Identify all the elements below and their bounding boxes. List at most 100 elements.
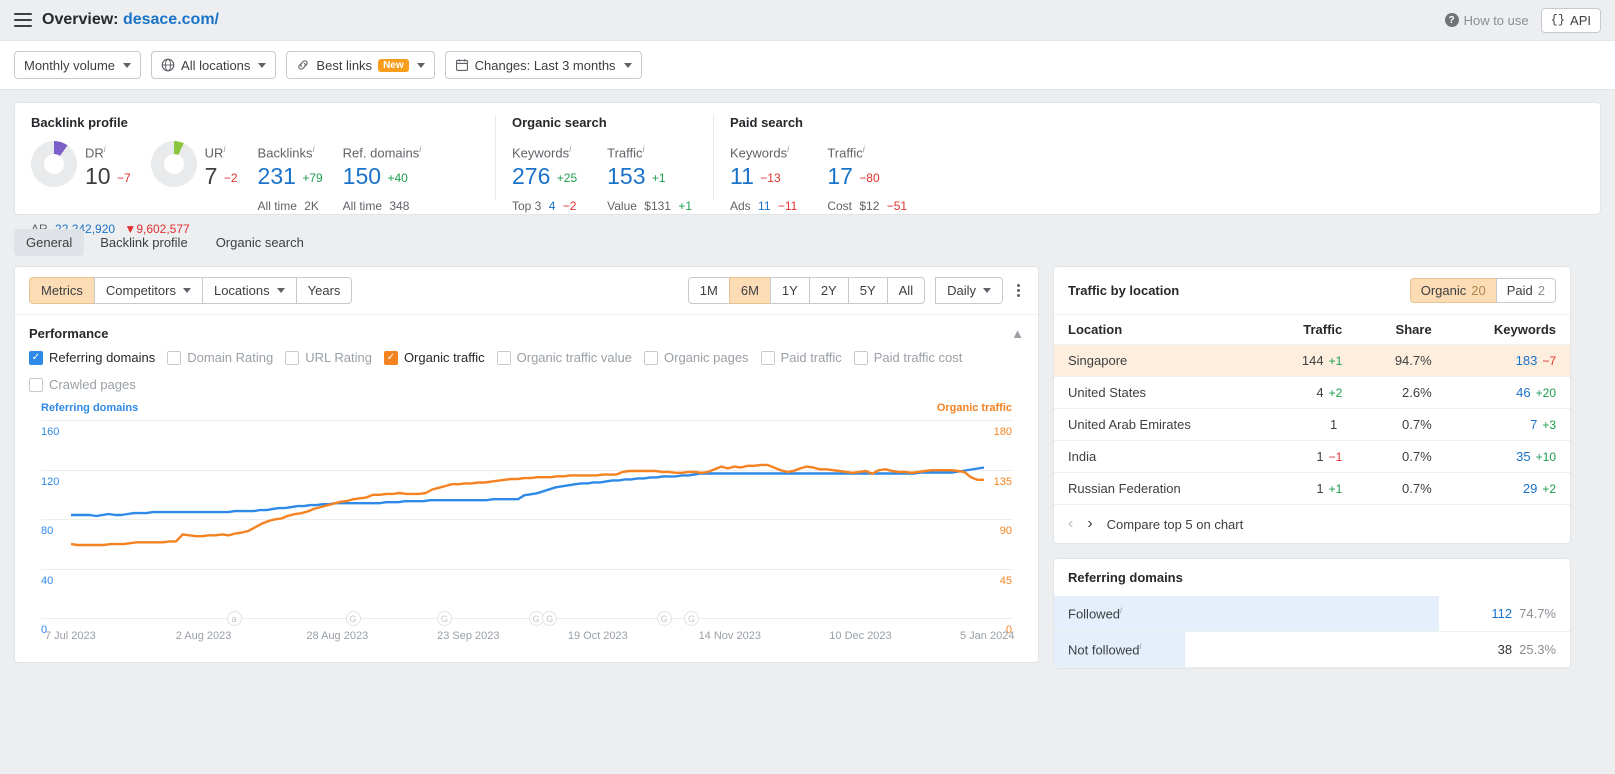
event-marker-G[interactable]: G	[437, 611, 452, 626]
metric-delta: −7	[117, 171, 131, 185]
event-marker-G[interactable]: G	[346, 611, 361, 626]
checkbox-crawled-pages[interactable]: Crawled pages	[29, 377, 136, 392]
filter-best-links[interactable]: Best links New	[286, 51, 434, 79]
metric-subline: All time 348	[343, 199, 422, 213]
info-icon[interactable]: i	[643, 144, 645, 154]
info-icon[interactable]: i	[312, 144, 314, 154]
checkbox-box[interactable]	[761, 351, 775, 365]
info-icon[interactable]: i	[419, 144, 421, 154]
card-title: Referring domains	[1068, 570, 1183, 585]
checkbox-box[interactable]	[644, 351, 658, 365]
table-row[interactable]: United Arab Emirates10.7%7+3	[1054, 409, 1570, 441]
series-line	[71, 465, 984, 545]
tab-backlink-profile[interactable]: Backlink profile	[88, 229, 199, 256]
prev-page-icon[interactable]: ‹	[1068, 516, 1073, 532]
metric-group-organic-search: Organic search Keywordsi 276 +25 Top 3 4…	[495, 115, 713, 200]
range-2y[interactable]: 2Y	[809, 277, 848, 304]
range-1m[interactable]: 1M	[688, 277, 729, 304]
tab-general[interactable]: General	[14, 229, 84, 256]
event-marker-G[interactable]: G	[542, 611, 557, 626]
referring-domains-row[interactable]: Followedi11274.7%	[1054, 596, 1570, 632]
how-to-use-link[interactable]: ? How to use	[1445, 13, 1529, 28]
referring-domains-row[interactable]: Not followedi3825.3%	[1054, 632, 1570, 668]
checkbox-box[interactable]	[167, 351, 181, 365]
next-page-icon[interactable]: ›	[1087, 516, 1092, 532]
performance-chart: Referring domains Organic traffic 160120…	[15, 402, 1038, 662]
granularity-button[interactable]: Daily	[935, 277, 1003, 304]
info-icon[interactable]: i	[1140, 641, 1142, 651]
performance-chart-card: Metrics Competitors Locations Years 1M 6…	[14, 266, 1039, 663]
filter-monthly-volume[interactable]: Monthly volume	[14, 51, 141, 79]
checkbox-box[interactable]	[285, 351, 299, 365]
table-row[interactable]: United States4+22.6%46+20	[1054, 377, 1570, 409]
page-title-domain-link[interactable]: desace.com/	[123, 11, 219, 28]
metric-group-title: Backlink profile	[31, 115, 479, 130]
api-button[interactable]: {} API	[1541, 8, 1601, 33]
checkbox-box[interactable]	[497, 351, 511, 365]
cell-keywords: 29+2	[1446, 473, 1570, 505]
range-all[interactable]: All	[887, 277, 925, 304]
checkbox-paid-traffic-cost[interactable]: Paid traffic cost	[854, 350, 963, 365]
checkbox-organic-pages[interactable]: Organic pages	[644, 350, 749, 365]
range-6m[interactable]: 6M	[729, 277, 770, 304]
toggle-organic[interactable]: Organic20	[1410, 278, 1496, 303]
cell-location[interactable]: India	[1054, 441, 1262, 473]
checkbox-domain-rating[interactable]: Domain Rating	[167, 350, 273, 365]
filter-all-locations[interactable]: All locations	[151, 51, 276, 79]
card-title: Traffic by location	[1068, 283, 1179, 298]
checkbox-box[interactable]: ✓	[384, 351, 398, 365]
segment-metrics[interactable]: Metrics	[29, 277, 94, 304]
info-icon[interactable]: i	[104, 144, 106, 154]
table-row[interactable]: Singapore144+194.7%183−7	[1054, 345, 1570, 377]
compare-top-5-link[interactable]: Compare top 5 on chart	[1107, 517, 1244, 532]
top-bar-actions: ? How to use {} API	[1445, 8, 1601, 33]
checkbox-box[interactable]	[854, 351, 868, 365]
event-marker-G[interactable]: G	[657, 611, 672, 626]
checkbox-referring-domains[interactable]: ✓Referring domains	[29, 350, 155, 365]
segment-years[interactable]: Years	[296, 277, 353, 304]
segment-locations[interactable]: Locations	[202, 277, 296, 304]
chart-more-options-icon[interactable]	[1013, 280, 1024, 301]
checkbox-label: Paid traffic cost	[874, 350, 963, 365]
info-icon[interactable]: i	[1120, 605, 1122, 615]
referring-domains-list: Followedi11274.7%Not followedi3825.3%	[1054, 596, 1570, 668]
row-label: Not followedi	[1054, 641, 1142, 657]
event-marker-G[interactable]: G	[684, 611, 699, 626]
tab-organic-search[interactable]: Organic search	[204, 229, 316, 256]
table-row[interactable]: India1−10.7%35+10	[1054, 441, 1570, 473]
cell-location[interactable]: United Arab Emirates	[1054, 409, 1262, 441]
checkbox-box[interactable]: ✓	[29, 351, 43, 365]
x-tick-label: 7 Jul 2023	[45, 630, 96, 642]
cell-location[interactable]: United States	[1054, 377, 1262, 409]
event-marker-a[interactable]: a	[227, 611, 242, 626]
metric-delta: +79	[302, 171, 322, 185]
api-label: API	[1570, 13, 1591, 28]
range-1y[interactable]: 1Y	[770, 277, 809, 304]
checkbox-paid-traffic[interactable]: Paid traffic	[761, 350, 842, 365]
row-label: Followedi	[1054, 605, 1122, 621]
filter-changes-range[interactable]: Changes: Last 3 months	[445, 51, 642, 79]
info-icon[interactable]: i	[223, 144, 225, 154]
filter-label: Changes: Last 3 months	[475, 58, 616, 73]
table-header-row: Location Traffic Share Keywords	[1054, 315, 1570, 345]
cell-location[interactable]: Singapore	[1054, 345, 1262, 377]
range-5y[interactable]: 5Y	[848, 277, 887, 304]
collapse-chevron-icon[interactable]: ▲	[1011, 326, 1024, 341]
chart-plot-area	[71, 420, 984, 618]
location-pager: ‹ › Compare top 5 on chart	[1054, 505, 1570, 543]
col-location: Location	[1054, 315, 1262, 345]
hamburger-menu-icon[interactable]	[14, 13, 32, 27]
checkbox-box[interactable]	[29, 378, 43, 392]
info-icon[interactable]: i	[863, 144, 865, 154]
globe-icon	[161, 58, 175, 72]
metric-organic-traffic: Traffici 153 +1 Value $131 +1	[607, 141, 692, 213]
table-row[interactable]: Russian Federation1+10.7%29+2	[1054, 473, 1570, 505]
cell-location[interactable]: Russian Federation	[1054, 473, 1262, 505]
segment-competitors[interactable]: Competitors	[94, 277, 202, 304]
checkbox-organic-traffic-value[interactable]: Organic traffic value	[497, 350, 632, 365]
checkbox-url-rating[interactable]: URL Rating	[285, 350, 372, 365]
info-icon[interactable]: i	[787, 144, 789, 154]
checkbox-organic-traffic[interactable]: ✓Organic traffic	[384, 350, 485, 365]
info-icon[interactable]: i	[569, 144, 571, 154]
toggle-paid[interactable]: Paid2	[1496, 278, 1556, 303]
